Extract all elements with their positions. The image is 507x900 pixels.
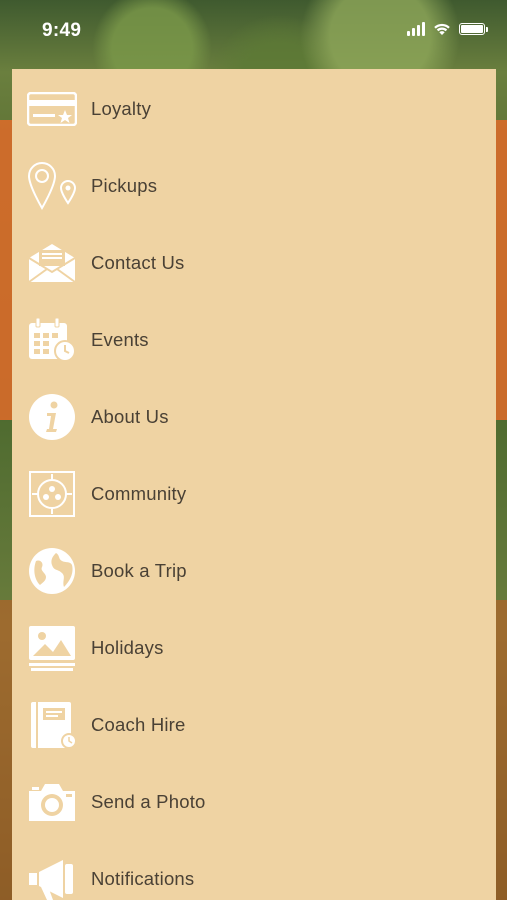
calendar-icon — [26, 314, 78, 366]
menu-label: Pickups — [91, 174, 158, 196]
loyalty-card-icon — [26, 83, 78, 135]
menu-item-contact-us[interactable]: Contact Us — [12, 224, 496, 301]
menu-label: Coach Hire — [91, 713, 186, 735]
menu-label: Community — [91, 482, 187, 504]
battery-icon — [459, 23, 488, 35]
notebook-icon — [26, 699, 78, 751]
community-icon — [26, 468, 78, 520]
cellular-signal-icon — [407, 22, 425, 36]
menu-label: Events — [91, 328, 149, 350]
menu-label: About Us — [91, 405, 169, 427]
menu-label: Send a Photo — [91, 790, 206, 812]
menu-label: Notifications — [91, 867, 195, 889]
map-pin-icon — [26, 160, 78, 212]
wifi-icon — [434, 23, 450, 35]
camera-icon — [26, 776, 78, 828]
side-menu: Loyalty Pickups Contact Us Events About … — [12, 69, 496, 900]
menu-label: Contact Us — [91, 251, 185, 273]
menu-item-events[interactable]: Events — [12, 301, 496, 378]
menu-item-notifications[interactable]: Notifications — [12, 840, 496, 900]
menu-item-pickups[interactable]: Pickups — [12, 147, 496, 224]
status-time: 9:49 — [42, 20, 82, 41]
status-bar: 9:49 — [0, 0, 507, 62]
menu-item-about-us[interactable]: About Us — [12, 378, 496, 455]
megaphone-icon — [26, 853, 78, 900]
picture-icon — [26, 622, 78, 674]
info-icon — [26, 391, 78, 443]
menu-label: Holidays — [91, 636, 164, 658]
menu-label: Book a Trip — [91, 559, 187, 581]
envelope-icon — [26, 237, 78, 289]
menu-item-holidays[interactable]: Holidays — [12, 609, 496, 686]
status-icons — [407, 22, 488, 36]
globe-icon — [26, 545, 78, 597]
menu-item-send-a-photo[interactable]: Send a Photo — [12, 763, 496, 840]
menu-label: Loyalty — [91, 97, 152, 119]
menu-item-book-a-trip[interactable]: Book a Trip — [12, 532, 496, 609]
menu-item-loyalty[interactable]: Loyalty — [12, 70, 496, 147]
menu-item-community[interactable]: Community — [12, 455, 496, 532]
menu-item-coach-hire[interactable]: Coach Hire — [12, 686, 496, 763]
